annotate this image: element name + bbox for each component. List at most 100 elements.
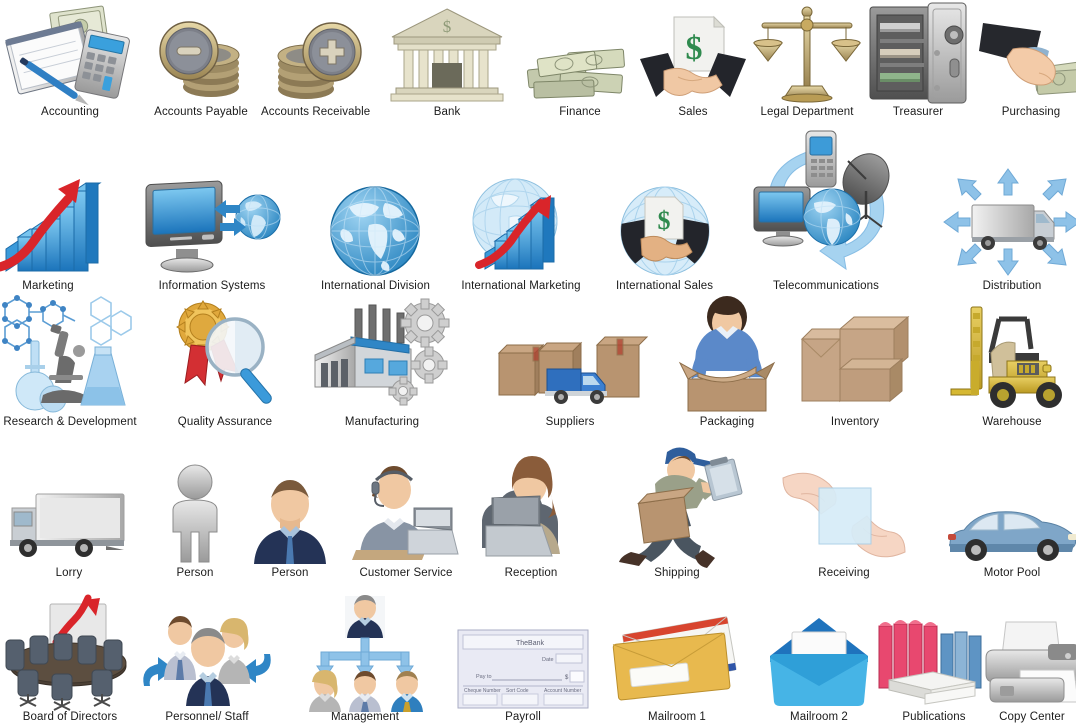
boardroom-icon	[0, 594, 140, 711]
icon-caption: Payroll	[505, 711, 541, 723]
icon-cell-quality-assurance[interactable]: Quality Assurance	[169, 295, 281, 429]
icon-cell-packaging[interactable]: Packaging	[672, 295, 782, 429]
svg-text:Cheque Number: Cheque Number	[464, 688, 501, 694]
icon-caption: Mailroom 2	[790, 711, 848, 723]
icon-cell-shipping[interactable]: Shipping	[615, 444, 743, 580]
icon-caption: Receiving	[818, 567, 870, 579]
accounts-receivable-icon	[266, 11, 366, 103]
icon-cell-research-development[interactable]: Research & Development	[0, 295, 145, 429]
person-silhouette-icon	[163, 464, 227, 564]
icon-cell-lorry[interactable]: Lorry	[6, 488, 132, 580]
org-chart-icon	[295, 595, 435, 712]
icon-cell-sales[interactable]: $ Sales	[638, 11, 748, 119]
icon-cell-marketing[interactable]: Marketing	[0, 177, 102, 293]
icon-cell-international-marketing[interactable]: International Marketing	[461, 177, 581, 293]
truck-arrows-icon	[942, 167, 1076, 277]
open-mail-folder-icon	[764, 614, 874, 708]
globe-growth-chart-icon	[461, 177, 581, 277]
svg-text:$: $	[686, 30, 703, 67]
growth-chart-icon	[0, 177, 102, 277]
icon-caption: Reception	[504, 567, 558, 579]
icon-caption: Warehouse	[982, 416, 1042, 428]
globe-icon	[329, 185, 421, 277]
safe-icon	[868, 2, 968, 104]
icon-caption: Bank	[433, 106, 461, 118]
printer-icon	[980, 616, 1076, 708]
icon-cell-person[interactable]: Person	[163, 464, 227, 580]
icon-cell-mailroom-1[interactable]: Mailroom 1	[610, 616, 744, 724]
icon-caption: Accounts Payable	[154, 106, 248, 118]
icon-caption: Packaging	[699, 416, 755, 428]
icon-caption: Board of Directors	[22, 711, 118, 723]
forklift-icon	[947, 301, 1076, 413]
globe-handshake-icon: $	[619, 185, 711, 277]
icon-caption: Information Systems	[158, 280, 266, 292]
icon-cell-international-division[interactable]: International Division	[321, 185, 430, 293]
cheque-icon: TheBank Date Pay to $ Cheque Number Sort…	[457, 629, 589, 709]
icon-caption: Legal Department	[760, 106, 854, 118]
svg-text:Date: Date	[542, 657, 554, 663]
icon-caption: Accounts Receivable	[261, 106, 371, 118]
icon-caption: Motor Pool	[983, 567, 1041, 579]
icon-cell-person[interactable]: Person	[250, 478, 330, 580]
icon-caption: Management	[330, 711, 400, 723]
icon-cell-board-of-directors[interactable]: Board of Directors	[0, 594, 140, 724]
icon-caption: Person	[176, 567, 214, 579]
svg-text:Account Number: Account Number	[544, 688, 582, 694]
icon-caption: Lorry	[55, 567, 83, 579]
legal-scales-icon	[752, 3, 862, 103]
icon-caption: Treasurer	[892, 106, 944, 118]
icon-cell-suppliers[interactable]: Suppliers	[495, 321, 649, 429]
icon-cell-warehouse[interactable]: Warehouse	[947, 301, 1076, 429]
headset-agent-icon	[346, 464, 466, 564]
receptionist-icon	[476, 454, 586, 564]
icon-caption: Marketing	[22, 280, 74, 292]
icon-grid-canvas: Accounting Accounts Payable Accounts Rec…	[0, 0, 1076, 728]
icon-cell-personnel-staff[interactable]: Personnel/ Staff	[142, 608, 272, 724]
icon-cell-accounting[interactable]: Accounting	[5, 3, 134, 119]
icon-cell-mailroom-2[interactable]: Mailroom 2	[764, 614, 874, 724]
icon-caption: Publications	[902, 711, 966, 723]
icon-caption: Shipping	[654, 567, 700, 579]
icon-caption: Distribution	[982, 280, 1042, 292]
worker-packing-icon	[672, 295, 782, 413]
icon-caption: Research & Development	[3, 416, 137, 428]
svg-text:$: $	[443, 17, 452, 36]
icon-caption: Accounting	[41, 106, 99, 118]
icon-cell-motor-pool[interactable]: Motor Pool	[944, 502, 1076, 580]
icon-caption: Sales	[678, 106, 708, 118]
icon-cell-manufacturing[interactable]: Manufacturing	[307, 298, 457, 429]
icon-cell-telecommunications[interactable]: Telecommunications	[752, 129, 900, 293]
icon-caption: Copy Center	[999, 711, 1065, 723]
icon-cell-customer-service[interactable]: Customer Service	[346, 464, 466, 580]
icon-cell-inventory[interactable]: Inventory	[796, 315, 914, 429]
icon-cell-payroll[interactable]: TheBank Date Pay to $ Cheque Number Sort…	[457, 629, 589, 724]
icon-caption: Inventory	[830, 416, 880, 428]
icon-cell-information-systems[interactable]: Information Systems	[142, 177, 282, 293]
icon-cell-bank[interactable]: $ Bank	[388, 7, 506, 119]
microscope-flasks-icon	[0, 295, 145, 413]
icon-caption: Customer Service	[359, 567, 453, 579]
icon-caption: Finance	[559, 106, 601, 118]
icon-cell-receiving[interactable]: Receiving	[779, 468, 909, 580]
icon-cell-accounts-payable[interactable]: Accounts Payable	[153, 11, 249, 119]
icon-cell-reception[interactable]: Reception	[476, 454, 586, 580]
icon-cell-finance[interactable]: Finance	[524, 33, 636, 119]
icon-cell-international-sales[interactable]: $ International Sales	[616, 185, 713, 293]
car-icon	[944, 502, 1076, 564]
icon-cell-management[interactable]: Management	[295, 595, 435, 724]
icon-cell-copy-center[interactable]: Copy Center	[980, 616, 1076, 724]
icon-cell-accounts-receivable[interactable]: Accounts Receivable	[261, 11, 370, 119]
icon-caption: Person	[271, 567, 309, 579]
finance-icon	[524, 33, 636, 103]
icon-caption: Mailroom 1	[648, 711, 706, 723]
svg-text:$: $	[657, 206, 670, 235]
icon-caption: Manufacturing	[344, 416, 420, 428]
icon-cell-legal-department[interactable]: Legal Department	[752, 3, 862, 119]
icon-cell-treasurer[interactable]: Treasurer	[868, 2, 968, 119]
icon-cell-purchasing[interactable]: Purchasing	[979, 21, 1076, 119]
icon-cell-distribution[interactable]: Distribution	[942, 167, 1076, 293]
businessman-icon	[250, 478, 330, 564]
stacked-boxes-icon	[796, 315, 914, 413]
sales-handshake-icon: $	[638, 11, 748, 103]
